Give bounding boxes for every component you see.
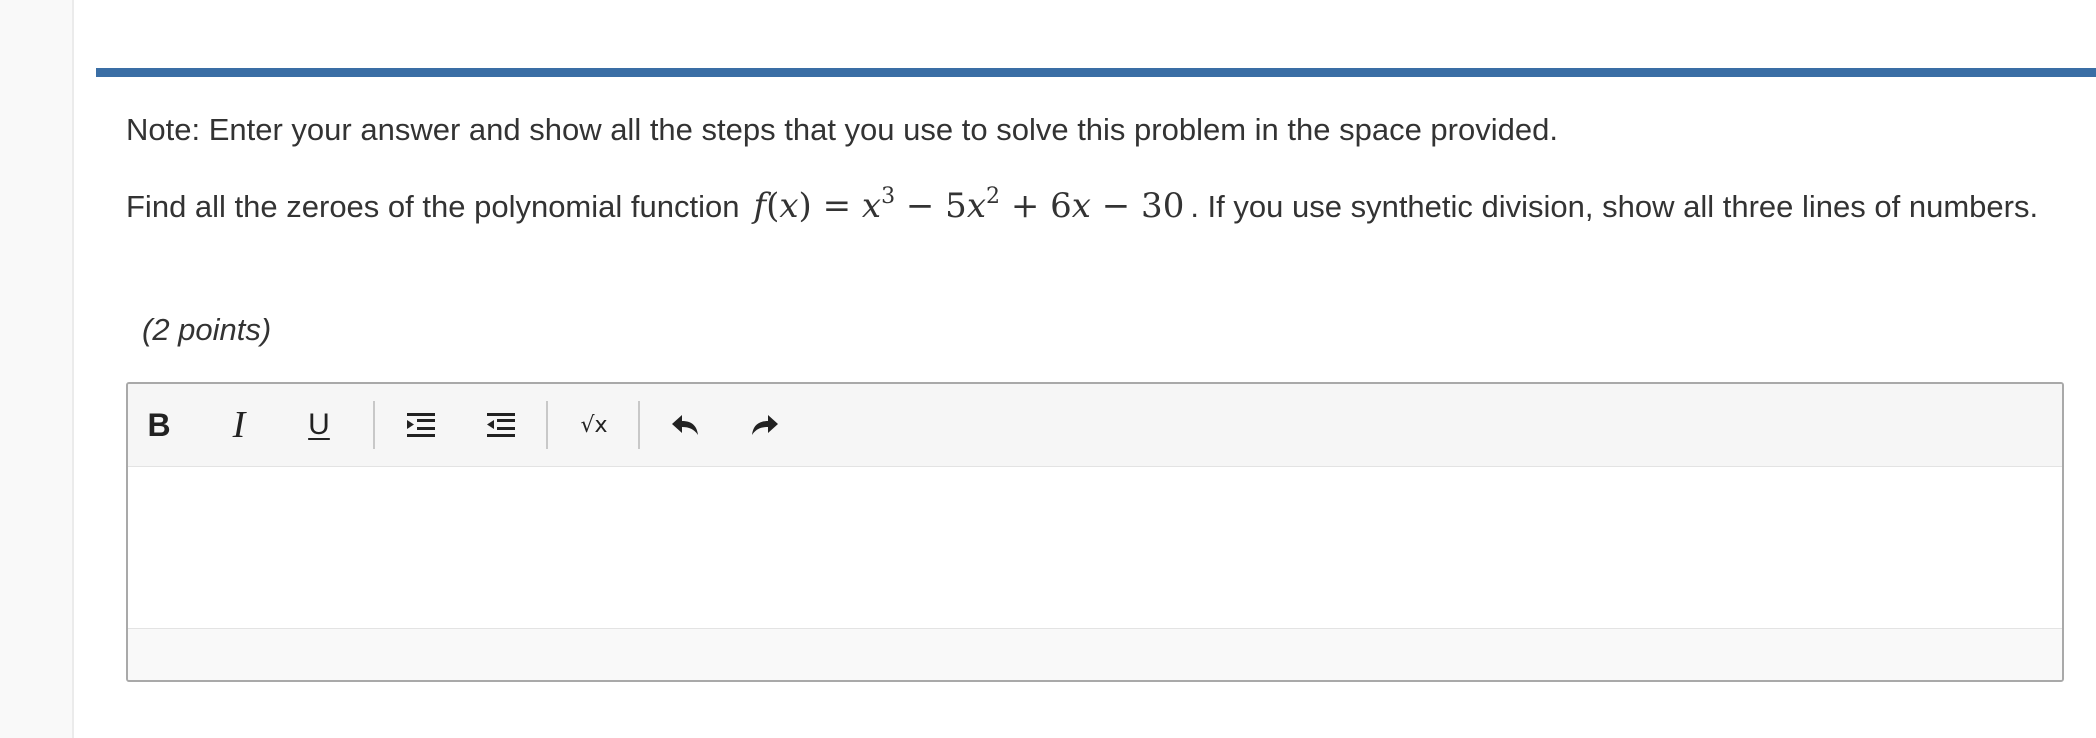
answer-text-area[interactable] xyxy=(128,467,2062,629)
formula-constant: − 30 xyxy=(1090,186,1185,226)
formula-left-paren: ( xyxy=(766,186,780,226)
outdent-icon xyxy=(487,413,515,437)
undo-button[interactable] xyxy=(660,400,710,450)
italic-button[interactable]: I xyxy=(214,400,264,450)
formula-op-minus-5: − 5 xyxy=(895,186,967,226)
underline-icon: U xyxy=(308,408,330,441)
bold-icon: B xyxy=(147,406,171,443)
formula-op-plus-6: + 6 xyxy=(1000,186,1072,226)
polynomial-formula: f(x) = x3 − 5x2 + 6x − 30 xyxy=(739,184,1190,227)
question-header-bar xyxy=(96,68,2096,77)
formula-exponent-3: 3 xyxy=(881,184,896,209)
indent-icon xyxy=(407,413,435,437)
redo-icon xyxy=(752,415,778,435)
question-prompt: Find all the zeroes of the polynomial fu… xyxy=(126,184,2076,229)
formula-exponent-2: 2 xyxy=(986,184,1001,209)
formula-right-paren-equals: ) = xyxy=(798,186,862,226)
redo-button[interactable] xyxy=(740,400,790,450)
prompt-lead-text: Find all the zeroes of the polynomial fu… xyxy=(126,189,740,224)
formula-argument: x xyxy=(779,186,799,226)
undo-icon xyxy=(672,415,698,435)
toolbar-separator xyxy=(638,401,640,449)
toolbar-separator xyxy=(373,401,375,449)
left-gutter xyxy=(0,0,74,738)
toolbar-separator xyxy=(546,401,548,449)
outdent-button[interactable] xyxy=(476,400,526,450)
formula-term-quadratic: x xyxy=(966,186,987,226)
instruction-note: Note: Enter your answer and show all the… xyxy=(126,112,1558,147)
bold-button[interactable]: B xyxy=(134,400,184,450)
answer-editor: B I U √x xyxy=(126,382,2064,682)
formula-term-linear: x xyxy=(1071,186,1091,226)
formula-function-name: f xyxy=(753,186,767,226)
square-root-icon: √x xyxy=(580,412,608,438)
editor-status-bar xyxy=(128,628,2062,680)
editor-toolbar: B I U √x xyxy=(128,384,2062,467)
underline-button[interactable]: U xyxy=(294,400,344,450)
indent-button[interactable] xyxy=(396,400,446,450)
equation-button[interactable]: √x xyxy=(569,400,619,450)
points-label: (2 points) xyxy=(142,312,272,347)
prompt-trailing-text: . If you use synthetic division, show al… xyxy=(1190,189,2039,224)
formula-term-cubic: x xyxy=(861,186,882,226)
italic-icon: I xyxy=(232,404,246,446)
